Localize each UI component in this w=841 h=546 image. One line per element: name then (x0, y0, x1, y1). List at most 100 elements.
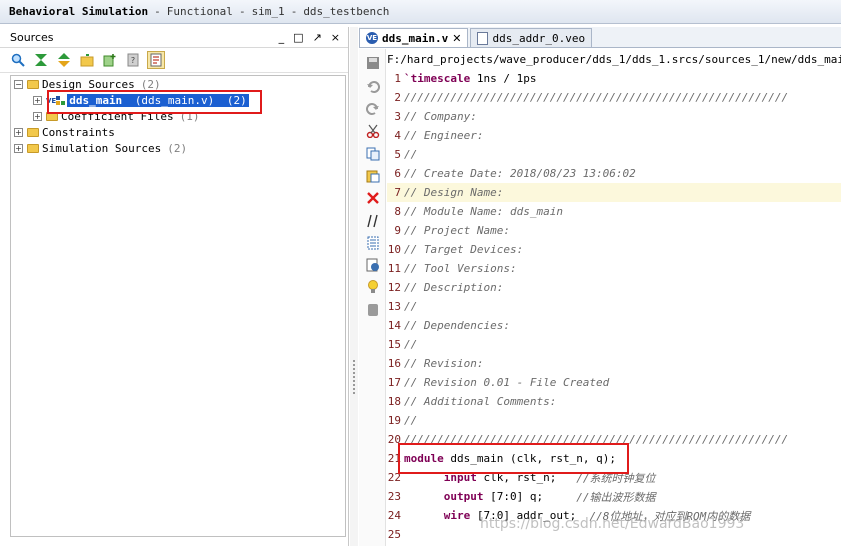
line-number: 11 (387, 262, 401, 275)
code-line[interactable]: 22 input clk, rst_n; //系统时钟复位 (387, 468, 841, 487)
close-tab-icon[interactable]: ✕ (452, 32, 461, 45)
code-comment: // Tool Versions: (404, 262, 517, 275)
sources-panel: Sources _ □ ↗ × ? − Design Sources (2) +… (0, 27, 349, 546)
paste-icon[interactable] (365, 168, 381, 184)
code-line[interactable]: 8// Module Name: dds_main (387, 202, 841, 221)
undo-icon[interactable] (365, 79, 381, 95)
code-line[interactable]: 3// Company: (387, 107, 841, 126)
sim-set-label: sim_1 (251, 5, 285, 18)
save-icon[interactable] (365, 55, 381, 71)
line-number: 13 (387, 300, 401, 313)
float-icon[interactable]: ↗ (313, 31, 322, 44)
tree-item-dds-main[interactable]: + VE dds_main (dds_main.v) (2) (33, 93, 249, 108)
code-line[interactable]: 6// Create Date: 2018/08/23 13:06:02 (387, 164, 841, 183)
collapse-toggle-icon[interactable]: − (14, 80, 23, 89)
copy-icon[interactable] (365, 146, 381, 162)
insert-template-icon[interactable] (365, 257, 381, 273)
code-line[interactable]: 23 output [7:0] q; //输出波形数据 (387, 487, 841, 506)
code-line[interactable]: 2///////////////////////////////////////… (387, 88, 841, 107)
code-line[interactable]: 17// Revision 0.01 - File Created (387, 373, 841, 392)
code-line[interactable]: 15// (387, 335, 841, 354)
code-line[interactable]: 16// Revision: (387, 354, 841, 373)
sim-top-label: dds_testbench (303, 5, 390, 18)
code-comment: // Project Name: (404, 224, 510, 237)
line-number: 4 (394, 129, 401, 142)
expand-toggle-icon[interactable]: + (33, 112, 42, 121)
expand-toggle-icon[interactable]: + (33, 96, 42, 105)
panel-splitter[interactable] (350, 27, 358, 546)
code-line[interactable]: 9// Project Name: (387, 221, 841, 240)
block-select-icon[interactable] (365, 235, 381, 251)
tab-dds-main[interactable]: VE dds_main.v ✕ (359, 28, 469, 47)
document-icon (477, 31, 489, 45)
svg-text:?: ? (131, 56, 135, 65)
show-hierarchy-icon[interactable] (147, 51, 165, 69)
hierarchy-update-icon[interactable] (101, 51, 119, 69)
bookmark-icon[interactable] (365, 302, 381, 318)
code-keyword: wire (443, 509, 471, 522)
line-number: 6 (394, 167, 401, 180)
title-separator: - (154, 5, 161, 18)
editor-tabs: VE dds_main.v ✕ dds_addr_0.veo (359, 27, 841, 48)
redo-icon[interactable] (365, 101, 381, 117)
splitter-grip-icon[interactable] (353, 360, 355, 396)
add-sources-icon[interactable] (78, 51, 96, 69)
delete-icon[interactable] (365, 190, 381, 206)
code-line[interactable]: 21 module dds_main (clk, rst_n, q); (387, 449, 841, 468)
search-icon[interactable] (9, 51, 27, 69)
verilog-badge: VE (46, 96, 57, 105)
line-number: 2 (394, 91, 401, 104)
sim-kind-label: Functional (166, 5, 233, 18)
code-line[interactable]: 12// Description: (387, 278, 841, 297)
tree-item-coefficient-files[interactable]: + Coefficient Files (1) (33, 109, 199, 124)
tree-item-label: Constraints (42, 126, 115, 139)
tree-item-file: (dds_main.v) (134, 94, 215, 107)
code-keyword: `timescale (404, 72, 471, 85)
title-separator: - (290, 5, 298, 18)
code-line[interactable]: 19// (387, 411, 841, 430)
code-line[interactable]: 14// Dependencies: (387, 316, 841, 335)
minimize-icon[interactable]: _ (279, 31, 285, 44)
code-comment: // Target Devices: (404, 243, 524, 256)
code-line[interactable]: 11// Tool Versions: (387, 259, 841, 278)
title-separator: - (238, 5, 246, 18)
code-line[interactable]: 4// Engineer: (387, 126, 841, 145)
maximize-icon[interactable]: □ (293, 31, 303, 44)
tree-item-simulation-sources[interactable]: + Simulation Sources (2) (14, 141, 187, 156)
code-line[interactable]: 18// Additional Comments: (387, 392, 841, 411)
line-number: 20 (387, 433, 401, 446)
code-line[interactable]: 7// Design Name: (387, 183, 841, 202)
code-line[interactable]: 10// Target Devices: (387, 240, 841, 259)
tree-item-label: Coefficient Files (61, 110, 174, 123)
expand-toggle-icon[interactable]: + (14, 128, 23, 137)
tree-item-design-sources[interactable]: − Design Sources (2) (14, 77, 161, 92)
line-number: 24 (387, 509, 401, 522)
code-line[interactable]: 13// (387, 297, 841, 316)
code-comment: // (404, 338, 418, 351)
lightbulb-icon[interactable] (365, 279, 381, 295)
tab-dds-addr[interactable]: dds_addr_0.veo (470, 28, 593, 47)
tree-item-constraints[interactable]: + Constraints (14, 125, 115, 140)
line-number: 21 (387, 452, 401, 465)
line-number: 17 (387, 376, 401, 389)
code-keyword: input (443, 471, 477, 484)
line-number: 8 (394, 205, 401, 218)
properties-icon[interactable]: ? (124, 51, 142, 69)
expand-toggle-icon[interactable]: + (14, 144, 23, 153)
collapse-all-icon[interactable] (32, 51, 50, 69)
tab-label: dds_main.v (382, 31, 449, 45)
selected-tree-item[interactable]: dds_main (dds_main.v) (2) (67, 94, 249, 107)
editor-side-toolbar (359, 49, 386, 546)
cut-icon[interactable] (365, 123, 381, 139)
expand-all-icon[interactable] (55, 51, 73, 69)
code-line[interactable]: 20//////////////////////////////////////… (387, 430, 841, 449)
close-icon[interactable]: × (331, 31, 340, 44)
code-line[interactable]: 5// (387, 145, 841, 164)
panel-controls: _ □ ↗ × (279, 31, 340, 44)
code-line[interactable]: 1 `timescale 1ns / 1ps (387, 69, 841, 88)
tree-item-count: (2) (226, 94, 247, 107)
comment-icon[interactable] (365, 213, 381, 229)
code-area[interactable]: 1 `timescale 1ns / 1ps 2//////////////////… (387, 69, 841, 546)
folder-icon (46, 112, 58, 121)
